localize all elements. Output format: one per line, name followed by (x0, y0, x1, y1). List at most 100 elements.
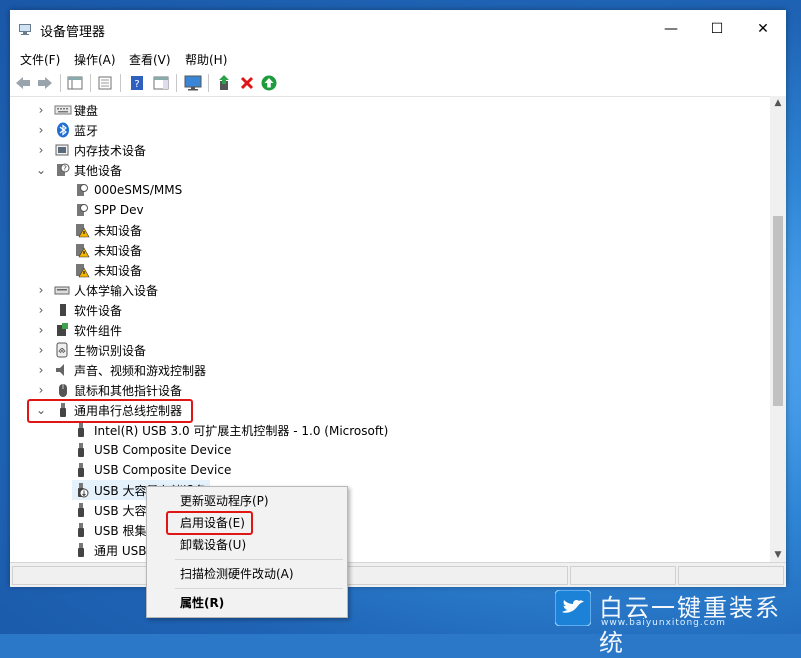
device-item[interactable]: SPP Dev (74, 200, 144, 220)
device-label: USB Composite Device (94, 463, 232, 477)
memory-icon (54, 142, 70, 158)
usb-device-item[interactable]: USB Composite Device (74, 460, 231, 480)
chevron-right-icon[interactable]: › (36, 300, 46, 320)
device-label: Intel(R) USB 3.0 可扩展主机控制器 - 1.0 (Microso… (94, 423, 389, 438)
tree-item-label: 人体学输入设备 (74, 283, 159, 298)
show-hidden-icon[interactable] (96, 74, 114, 92)
device-item[interactable]: 未知设备 (74, 240, 142, 260)
uninstall-icon[interactable] (238, 74, 256, 92)
usb-plug-icon (74, 442, 90, 458)
close-button[interactable]: ✕ (740, 10, 786, 48)
chevron-right-icon[interactable]: › (36, 140, 46, 160)
chevron-right-icon[interactable]: › (36, 380, 46, 400)
chevron-right-icon[interactable]: › (36, 360, 46, 380)
context-menu: 更新驱动程序(P) 启用设备(E) 卸载设备(U) 扫描检测硬件改动(A) 属性… (146, 486, 348, 618)
action-pane-icon[interactable] (152, 74, 170, 92)
tree-item-label: 软件组件 (74, 323, 123, 338)
usb-device-item[interactable]: USB 大容 (74, 500, 146, 520)
title-bar: 设备管理器 — ☐ ✕ (10, 10, 786, 48)
device-item[interactable]: 未知设备 (74, 220, 142, 240)
menu-view[interactable]: 查看(V) (129, 51, 171, 68)
chevron-right-icon[interactable]: › (36, 340, 46, 360)
usb-device-item[interactable]: USB Composite Device (74, 440, 231, 460)
menu-file[interactable]: 文件(F) (20, 51, 60, 68)
vertical-scrollbar[interactable]: ▲ ▼ (770, 96, 786, 562)
device-label: 未知设备 (94, 243, 143, 258)
device-label: 未知设备 (94, 263, 143, 278)
status-cell-2 (570, 566, 676, 585)
watermark-url: www.baiyunxitong.com (601, 618, 726, 628)
maximize-button[interactable]: ☐ (694, 10, 740, 48)
status-cell-3 (678, 566, 784, 585)
chevron-right-icon[interactable]: › (36, 280, 46, 300)
device-item[interactable]: 000eSMS/MMS (74, 180, 182, 200)
chevron-right-icon[interactable]: › (36, 100, 46, 120)
scroll-down-icon[interactable]: ▼ (770, 548, 786, 562)
minimize-icon: — (664, 21, 678, 37)
menu-action[interactable]: 操作(A) (74, 51, 116, 68)
warning-device-icon (74, 262, 90, 278)
menu-item-scan-hardware[interactable]: 扫描检测硬件改动(A) (180, 563, 294, 583)
usb-device-item[interactable]: 通用 USB (74, 540, 146, 560)
usb-disabled-icon (74, 482, 90, 498)
menu-separator (175, 588, 343, 589)
usb-plug-icon (74, 422, 90, 438)
tree-item-label: 软件设备 (74, 303, 123, 318)
help-icon[interactable]: ? (128, 74, 146, 92)
device-label: 未知设备 (94, 223, 143, 238)
software-device-icon (56, 302, 72, 318)
scrollbar-thumb[interactable] (773, 216, 783, 406)
tree-item-label: 蓝牙 (74, 123, 99, 138)
keyboard-icon (54, 102, 72, 118)
enable-device-icon[interactable] (260, 74, 278, 92)
software-component-icon (54, 322, 70, 338)
tree-item-label: 内存技术设备 (74, 143, 147, 158)
bird-logo-icon (554, 589, 592, 627)
other-devices-icon: ? (54, 162, 70, 178)
warning-device-icon (74, 242, 90, 258)
tree-item-label: 其他设备 (74, 163, 123, 178)
menu-bar: 文件(F) 操作(A) 查看(V) 帮助(H) (10, 48, 786, 70)
device-label: SPP Dev (94, 203, 144, 217)
menu-item-properties[interactable]: 属性(R) (180, 592, 224, 612)
back-icon[interactable] (14, 74, 32, 92)
device-manager-window: 设备管理器 — ☐ ✕ 文件(F) 操作(A) 查看(V) 帮助(H) ? › … (10, 10, 786, 587)
bluetooth-icon (56, 122, 72, 138)
chevron-down-icon[interactable]: ⌄ (36, 160, 46, 180)
update-driver-icon[interactable] (216, 74, 234, 92)
scroll-up-icon[interactable]: ▲ (770, 96, 786, 110)
usb-device-item[interactable]: Intel(R) USB 3.0 可扩展主机控制器 - 1.0 (Microso… (74, 420, 388, 440)
device-label: 通用 USB (94, 543, 147, 558)
hid-icon (54, 282, 70, 298)
warning-device-icon (74, 222, 90, 238)
forward-icon[interactable] (36, 74, 54, 92)
device-item[interactable]: 未知设备 (74, 260, 142, 280)
device-tree: › 键盘 › 蓝牙 › 内存技术设备 ⌄ ? 其他设备 000eSMS/MMS … (10, 96, 770, 563)
unknown-device-icon (74, 182, 90, 198)
maximize-icon: ☐ (710, 21, 724, 37)
window-title: 设备管理器 (40, 25, 106, 40)
tree-item-label: 声音、视频和游戏控制器 (74, 363, 207, 378)
usb-plug-icon (74, 542, 90, 558)
menu-separator (175, 559, 343, 560)
sound-icon (54, 362, 70, 378)
tree-item-label: 生物识别设备 (74, 343, 147, 358)
usb-plug-icon (74, 522, 90, 538)
device-manager-icon (18, 22, 32, 36)
menu-item-uninstall-device[interactable]: 卸载设备(U) (180, 534, 246, 554)
minimize-button[interactable]: — (648, 10, 694, 48)
chevron-right-icon[interactable]: › (36, 120, 46, 140)
monitor-scan-icon[interactable] (184, 74, 202, 92)
mouse-icon (56, 382, 72, 398)
menu-help[interactable]: 帮助(H) (185, 51, 227, 68)
device-label: USB Composite Device (94, 443, 232, 457)
menu-item-update-driver[interactable]: 更新驱动程序(P) (180, 490, 269, 510)
device-label: USB 大容 (94, 503, 147, 518)
status-bar (10, 562, 786, 587)
usb-device-item[interactable]: USB 根集 (74, 520, 146, 540)
watermark: 白云一键重装系统 www.baiyunxitong.com (554, 588, 795, 657)
svg-text:?: ? (63, 165, 67, 173)
properties-view-icon[interactable] (66, 74, 84, 92)
chevron-right-icon[interactable]: › (36, 320, 46, 340)
tree-item-label: 键盘 (74, 103, 99, 118)
